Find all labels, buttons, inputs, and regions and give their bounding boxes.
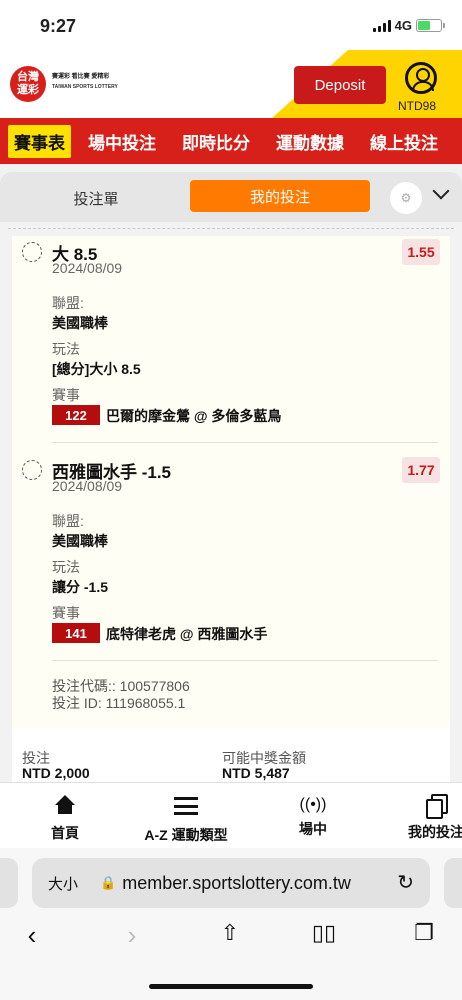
stake-value: NTD 2,000: [22, 765, 90, 781]
nav-item-schedule[interactable]: 賽事表: [8, 124, 71, 158]
logo-title: 賽運彩 看比賽 愛精彩: [52, 74, 110, 80]
bet-date: 2024/08/09: [52, 478, 123, 494]
tab-bet-slip[interactable]: 投注單: [48, 188, 144, 209]
bottom-nav-az-label: A-Z 運動類型: [144, 827, 228, 843]
payout-value: NTD 5,487: [222, 765, 290, 781]
tabs-icon[interactable]: ❐: [404, 920, 444, 946]
odds-badge: 1.55: [402, 239, 440, 265]
nav-item-live-scores[interactable]: 即時比分: [169, 129, 263, 154]
text-size-button[interactable]: 大小: [48, 873, 78, 894]
market-label: 玩法: [52, 559, 80, 575]
league-value: 美國職棒: [52, 315, 108, 331]
nav-item-sports-data[interactable]: 運動數據: [263, 129, 357, 154]
event-label: 賽事: [52, 387, 80, 403]
home-indicator: [149, 984, 313, 989]
url-text[interactable]: member.sportslottery.com.tw: [122, 873, 351, 894]
logo-line-2: 運彩: [17, 84, 39, 96]
deposit-button[interactable]: Deposit: [294, 66, 386, 104]
logo-subtitle: TAIWAN SPORTS LOTTERY: [52, 84, 118, 90]
select-circle-icon[interactable]: [22, 242, 42, 262]
ticket-notch-right: [456, 222, 462, 234]
status-indicators: 4G: [372, 18, 445, 33]
bookmarks-icon[interactable]: ▯▯: [304, 920, 344, 946]
market-value: 讓分 -1.5: [52, 579, 109, 595]
chevron-down-icon[interactable]: [432, 182, 450, 200]
share-icon[interactable]: ⇧: [210, 920, 250, 946]
bottom-nav-home-label: 首頁: [51, 825, 79, 841]
league-label: 聯盟:: [52, 513, 84, 529]
copy-icon: [426, 794, 448, 819]
main-nav: 賽事表 場中投注 即時比分 運動數據 線上投注: [0, 118, 462, 164]
user-icon[interactable]: [405, 62, 437, 94]
broadcast-icon: ((•)): [299, 796, 327, 813]
ticket-notch-left: [0, 222, 6, 234]
browser-chrome: 大小 🔒 member.sportslottery.com.tw ↻ ‹ › ⇧…: [0, 848, 462, 1000]
event-name: 底特律老虎 @ 西雅圖水手: [106, 626, 268, 642]
gear-icon[interactable]: ⚙: [390, 182, 422, 214]
bet-list: 大 8.5 1.55 2024/08/09 聯盟: 美國職棒 玩法 [總分]大小…: [12, 236, 450, 782]
bottom-nav-live-label: 場中: [299, 821, 327, 837]
account-balance: NTD98: [398, 99, 437, 113]
home-icon: [54, 795, 76, 815]
logo-line-1: 台灣: [17, 71, 39, 83]
lock-icon: 🔒: [100, 875, 117, 890]
back-icon[interactable]: ‹: [12, 920, 52, 951]
league-value: 美國職棒: [52, 533, 108, 549]
bottom-nav-live[interactable]: ((•)) 場中: [263, 791, 363, 839]
bet-totals: 投注 NTD 2,000 可能中獎金額 NTD 5,487: [12, 728, 450, 784]
next-tab-peek[interactable]: [444, 858, 462, 908]
bottom-nav-my-bets[interactable]: 我的投注: [398, 791, 462, 842]
network-type: 4G: [394, 18, 412, 33]
previous-tab-peek[interactable]: [0, 858, 18, 908]
event-label: 賽事: [52, 605, 80, 621]
nav-item-online-betting[interactable]: 線上投注: [357, 129, 451, 154]
bottom-nav-home[interactable]: 首頁: [15, 791, 115, 843]
odds-badge: 1.77: [402, 457, 440, 483]
divider: [52, 660, 438, 661]
bet-id: 投注 ID: 111968055.1: [52, 695, 186, 711]
forward-icon[interactable]: ›: [112, 920, 152, 951]
select-circle-icon[interactable]: [22, 460, 42, 480]
reload-icon[interactable]: ↻: [397, 870, 414, 895]
bottom-nav-az-sports[interactable]: A-Z 運動類型: [126, 791, 246, 845]
league-label: 聯盟:: [52, 295, 84, 311]
nav-item-live-betting[interactable]: 場中投注: [75, 129, 169, 154]
event-code-badge: 122: [52, 405, 100, 425]
divider: [8, 228, 454, 229]
status-bar: 9:27 4G: [0, 0, 462, 50]
menu-icon: [174, 797, 198, 815]
bottom-nav: 首頁 A-Z 運動類型 ((•)) 場中 我的投注: [0, 782, 462, 848]
logo-text: 賽運彩 看比賽 愛精彩 TAIWAN SPORTS LOTTERY: [52, 72, 118, 92]
address-bar[interactable]: 大小 🔒 member.sportslottery.com.tw ↻: [32, 858, 430, 908]
battery-icon: [416, 19, 445, 32]
market-label: 玩法: [52, 341, 80, 357]
logo[interactable]: 台灣 運彩: [10, 66, 46, 102]
bet-slip-header: 投注單 我的投注 ⚙: [0, 172, 462, 222]
bet-date: 2024/08/09: [52, 260, 123, 276]
divider: [52, 442, 438, 443]
event-code-badge: 141: [52, 623, 100, 643]
market-value: [總分]大小 8.5: [52, 361, 141, 377]
signal-icon: [372, 19, 391, 32]
app-header: 台灣 運彩 賽運彩 看比賽 愛精彩 TAIWAN SPORTS LOTTERY …: [0, 50, 462, 118]
status-time: 9:27: [40, 16, 77, 36]
tab-my-bets[interactable]: 我的投注: [190, 180, 370, 212]
browser-toolbar: ‹ › ⇧ ▯▯ ❐: [0, 920, 462, 960]
bottom-nav-my-bets-label: 我的投注: [408, 824, 462, 840]
event-name: 巴爾的摩金鶯 @ 多倫多藍鳥: [106, 408, 282, 424]
